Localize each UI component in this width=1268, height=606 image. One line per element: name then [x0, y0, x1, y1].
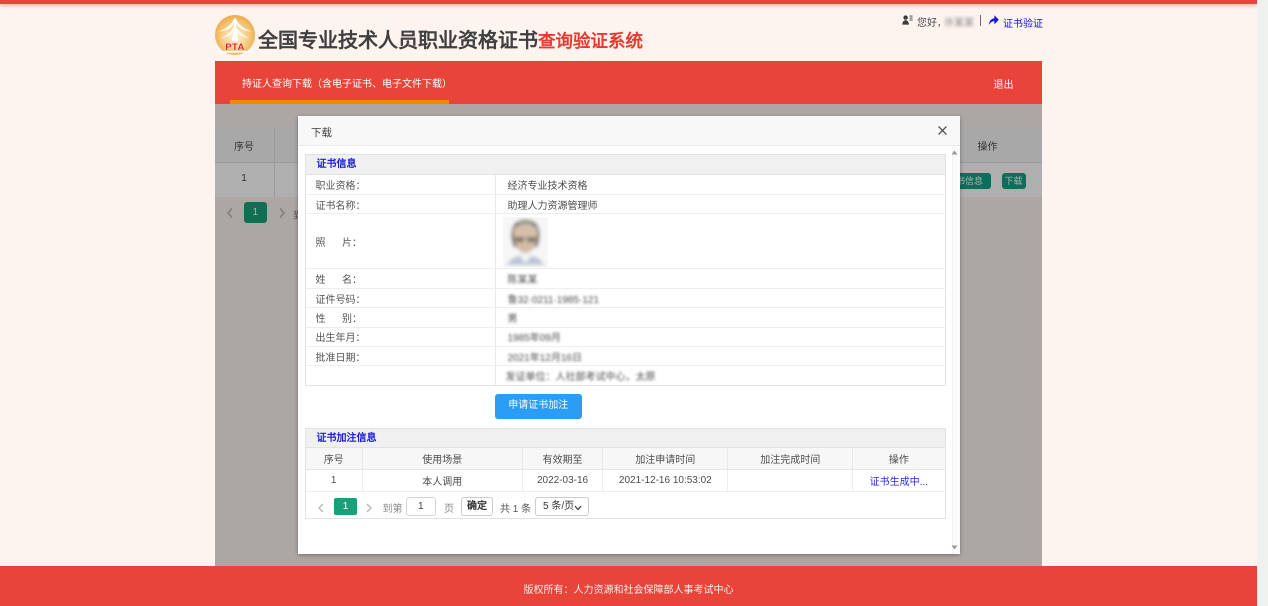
svg-text:PTA: PTA [225, 42, 245, 53]
